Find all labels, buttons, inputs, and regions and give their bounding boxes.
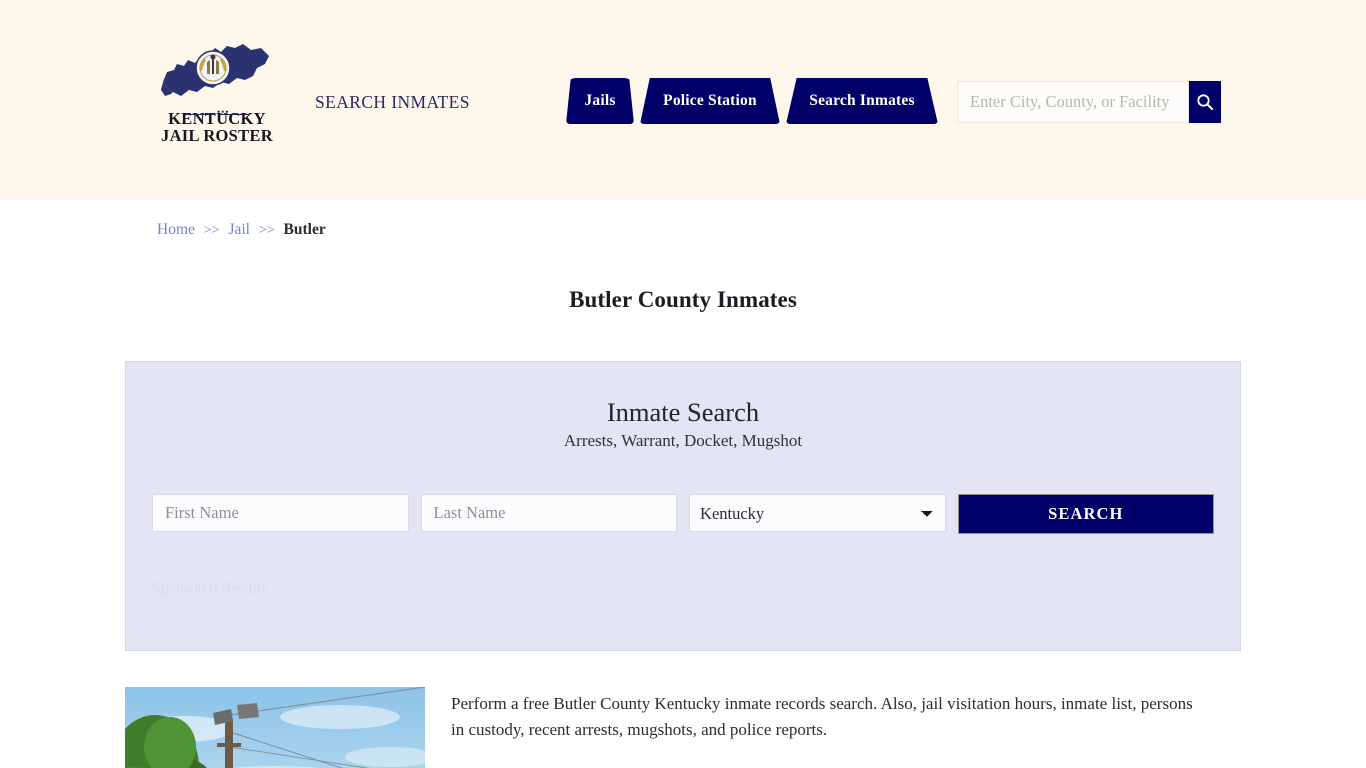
content-row: Perform a free Butler County Kentucky in…	[125, 687, 1245, 768]
inmate-search-form: Kentucky SEARCH	[126, 494, 1240, 534]
site-logo[interactable]: ••• KENTUCKY JAIL ROSTER	[157, 40, 277, 144]
panel-subtitle: Arrests, Warrant, Docket, Mugshot	[563, 431, 803, 450]
header-tagline: SEARCH INMATES	[315, 92, 470, 112]
inmate-search-submit-button[interactable]: SEARCH	[957, 494, 1215, 534]
butler-county-photo	[125, 687, 425, 768]
content-paragraph: Perform a free Butler County Kentucky in…	[451, 694, 1193, 739]
header-search-form	[957, 81, 1221, 123]
main-navigation: Jails Police Station Search Inmates	[566, 78, 938, 124]
nav-jails[interactable]: Jails	[566, 78, 634, 124]
last-name-input[interactable]	[420, 494, 678, 532]
sponsored-results-label: Sponsored Results	[152, 580, 267, 597]
content-text-block: Perform a free Butler County Kentucky in…	[451, 687, 1245, 768]
breadcrumb-home[interactable]: Home	[157, 221, 195, 238]
page-title: Butler County Inmates	[569, 287, 797, 313]
breadcrumb-separator-2: >>	[258, 223, 275, 238]
logo-text-line2: JAIL ROSTER	[161, 126, 273, 145]
search-icon	[1196, 93, 1214, 111]
first-name-input[interactable]	[152, 494, 409, 532]
header-search-button[interactable]	[1189, 81, 1221, 123]
breadcrumb-separator-1: >>	[203, 223, 220, 238]
panel-title: Inmate Search	[606, 397, 760, 427]
header-inner: ••• KENTUCKY JAIL ROSTER SEARCH INMATES …	[0, 0, 1366, 200]
state-select[interactable]: Kentucky	[689, 494, 946, 532]
site-header: ••• KENTUCKY JAIL ROSTER SEARCH INMATES …	[0, 0, 1366, 200]
nav-police-station[interactable]: Police Station	[640, 78, 780, 124]
breadcrumb: Home >> Jail >> Butler	[157, 221, 326, 239]
breadcrumb-jail[interactable]: Jail	[228, 221, 250, 238]
main-content: Home >> Jail >> Butler Butler County Inm…	[0, 200, 1366, 768]
inmate-search-panel: Inmate Search Arrests, Warrant, Docket, …	[125, 361, 1241, 651]
breadcrumb-current: Butler	[283, 221, 326, 238]
kentucky-state-map-icon	[157, 40, 275, 110]
header-search-input[interactable]	[957, 81, 1189, 123]
nav-search-inmates[interactable]: Search Inmates	[786, 78, 938, 124]
